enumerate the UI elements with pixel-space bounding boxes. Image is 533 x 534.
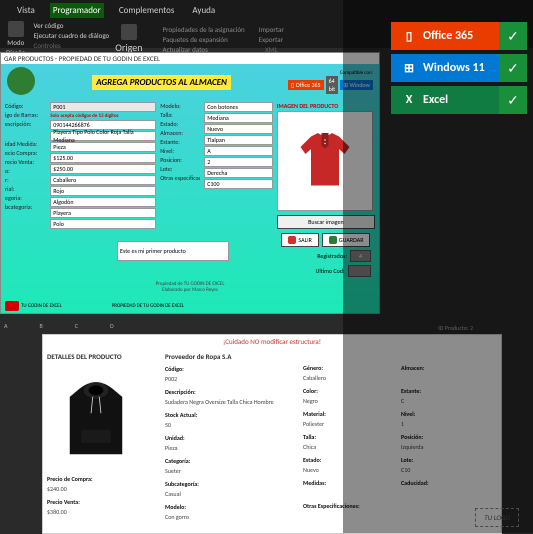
price-sell: $380.00 (47, 508, 157, 516)
save-icon (329, 236, 337, 244)
polo-shirt-icon (290, 126, 360, 196)
input-field[interactable]: $125.00 (50, 153, 156, 163)
input-field[interactable]: Derecha (204, 168, 273, 178)
form-titlebar: GAR PRODUCTOS - PROPIEDAD DE TU GODIN DE… (1, 53, 379, 64)
input-field[interactable]: Mediana (204, 113, 273, 123)
sheet-value (401, 374, 471, 382)
tab-programador[interactable]: Programador (50, 3, 104, 18)
sheet-value: P002 (165, 375, 295, 383)
ribbon-btn-import[interactable]: Importar (259, 25, 284, 34)
badge-excel: XExcel (391, 86, 499, 114)
registered-count: 4 (350, 250, 371, 262)
image-label: IMAGEN DEL PRODUCTO (277, 102, 375, 110)
tab-ayuda[interactable]: Ayuda (189, 3, 218, 18)
badge-office-icon: ▯ Office 365 (288, 80, 323, 90)
code-field[interactable]: P001 (50, 102, 156, 112)
sheet-warning: ¡Cuidado NO modificar estructura! (43, 335, 501, 348)
sheet-value: Poliester (303, 420, 393, 428)
last-code (348, 265, 371, 277)
input-field[interactable]: Caballero (50, 175, 156, 185)
tab-complementos[interactable]: Complementos (116, 3, 178, 18)
input-field[interactable]: Con botones (204, 102, 273, 112)
source-icon (121, 24, 137, 40)
sheet-value: Nuevo (303, 466, 393, 474)
ribbon-btn-prop[interactable]: Propiedades de la asignación (163, 25, 245, 34)
hoodie-image (47, 365, 145, 473)
ribbon-btn-pack[interactable]: Paquetes de expansión (163, 35, 245, 44)
price-buy: $240.00 (47, 485, 157, 493)
input-field[interactable]: Nuevo (204, 124, 273, 134)
excel-icon: X (401, 92, 417, 108)
windows-icon: ⊞ (401, 60, 417, 76)
sheet-value: Sueter (165, 467, 295, 475)
office-icon: ▯ (401, 28, 417, 44)
check-icon: ✓ (499, 86, 527, 114)
exit-button[interactable]: SALIR (281, 233, 318, 247)
input-field[interactable]: Tlalpan (204, 135, 273, 145)
input-field[interactable]: Polo (50, 219, 156, 229)
badge-windows-icon: ⊞ Window (340, 80, 373, 90)
sheet-value (303, 489, 393, 497)
sheet-value: Pieza (165, 444, 295, 452)
ribbon-tabs: Vista Programador Complementos Ayuda (0, 0, 533, 18)
sheet-value: 1 (401, 420, 471, 428)
form-header: AGREGA PRODUCTOS AL ALMACEN (92, 75, 231, 90)
input-field[interactable]: $250.00 (50, 164, 156, 174)
tab-vista[interactable]: Vista (14, 3, 38, 18)
sheet-value (401, 489, 471, 497)
ribbon-btn-origen[interactable]: Origen (115, 24, 142, 54)
input-field[interactable]: Pieza (50, 142, 156, 152)
ribbon-btn-dialogo[interactable]: Ejecutar cuadro de diálogo (34, 31, 110, 40)
sheet-value: Caballero (303, 374, 393, 382)
sheet-value: Izquierda (401, 443, 471, 451)
input-field[interactable]: Algodón (50, 197, 156, 207)
design-mode-icon (8, 21, 24, 37)
logo-placeholder: TU LOGO (475, 508, 519, 527)
youtube-icon (5, 301, 19, 311)
input-field[interactable]: C100 (204, 179, 273, 189)
product-image-box (277, 111, 373, 211)
exit-icon (288, 236, 296, 244)
badge-64bit-icon: 64bit (326, 76, 339, 94)
badge-office365: ▯Office 365 (391, 22, 499, 50)
sheet-value: C10 (401, 466, 471, 474)
sheet-value: Negro (303, 397, 393, 405)
sheet-value: 50 (165, 421, 295, 429)
detail-sheet: ¡Cuidado NO modificar estructura! DETALL… (42, 334, 502, 534)
input-field[interactable]: A (204, 146, 273, 156)
check-icon: ✓ (499, 54, 527, 82)
check-icon: ✓ (499, 22, 527, 50)
compat-badges: ▯Office 365✓ ⊞Windows 11✓ XExcel✓ (391, 22, 527, 114)
search-image-button[interactable]: Buscar imagen (277, 215, 375, 229)
input-field[interactable]: Playera Tipo Polo Color Roja Talla Media… (50, 131, 156, 141)
column-headers: ABCD (0, 322, 114, 330)
input-field[interactable]: Playera (50, 208, 156, 218)
sheet-value: Sudadera Negra Oversize Talla Chica Homb… (165, 398, 295, 406)
ribbon-btn-export[interactable]: Exportar (259, 35, 284, 44)
badge-windows11: ⊞Windows 11 (391, 54, 499, 82)
input-field[interactable]: Rojo (50, 186, 156, 196)
ribbon-btn-vercodigo[interactable]: Ver código (34, 21, 64, 30)
sheet-value: Chica (303, 443, 393, 451)
form-footer: Propiedad de TU GODIN DE EXCEL Elaborado… (1, 281, 379, 293)
sheet-value: C (401, 397, 471, 405)
avatar-icon (7, 67, 35, 95)
product-form-window: GAR PRODUCTOS - PROPIEDAD DE TU GODIN DE… (0, 52, 380, 314)
input-field[interactable]: 2 (204, 157, 273, 167)
sheet-value: Casual (165, 490, 295, 498)
extra-spec-field[interactable]: Este es mi primer producto (117, 241, 229, 261)
save-button[interactable]: GUARDAR (322, 233, 371, 247)
